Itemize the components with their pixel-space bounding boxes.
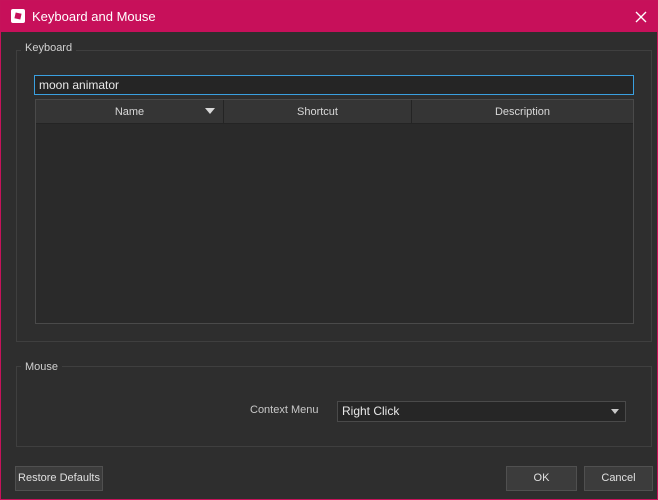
context-menu-label: Context Menu xyxy=(250,404,319,416)
keyboard-group-label: Keyboard xyxy=(21,41,77,55)
restore-defaults-button[interactable]: Restore Defaults xyxy=(15,466,103,491)
context-menu-select-value: Right Click xyxy=(342,404,400,418)
table-header: Name Shortcut Description xyxy=(36,100,633,124)
shortcut-search-input[interactable] xyxy=(34,75,634,95)
title-bar[interactable]: Keyboard and Mouse xyxy=(1,1,657,32)
app-logo-icon xyxy=(11,9,25,23)
context-menu-select[interactable]: Right Click xyxy=(337,401,626,422)
chevron-down-icon xyxy=(611,409,619,414)
column-header-shortcut-label: Shortcut xyxy=(297,106,338,118)
mouse-group-label: Mouse xyxy=(21,360,63,374)
column-header-name[interactable]: Name xyxy=(36,100,224,124)
close-button[interactable] xyxy=(631,7,651,27)
shortcuts-table[interactable]: Name Shortcut Description xyxy=(35,99,634,324)
window-title: Keyboard and Mouse xyxy=(32,9,156,24)
column-header-description-label: Description xyxy=(494,106,551,118)
ok-button[interactable]: OK xyxy=(506,466,577,491)
column-header-shortcut[interactable]: Shortcut xyxy=(224,100,412,124)
keyboard-mouse-dialog: Keyboard and Mouse Keyboard Name Shortcu… xyxy=(0,0,658,500)
column-header-description[interactable]: Description xyxy=(412,100,633,124)
column-header-name-label: Name xyxy=(114,106,145,118)
cancel-button[interactable]: Cancel xyxy=(584,466,653,491)
sort-descending-icon xyxy=(205,108,215,114)
close-icon xyxy=(635,11,647,23)
